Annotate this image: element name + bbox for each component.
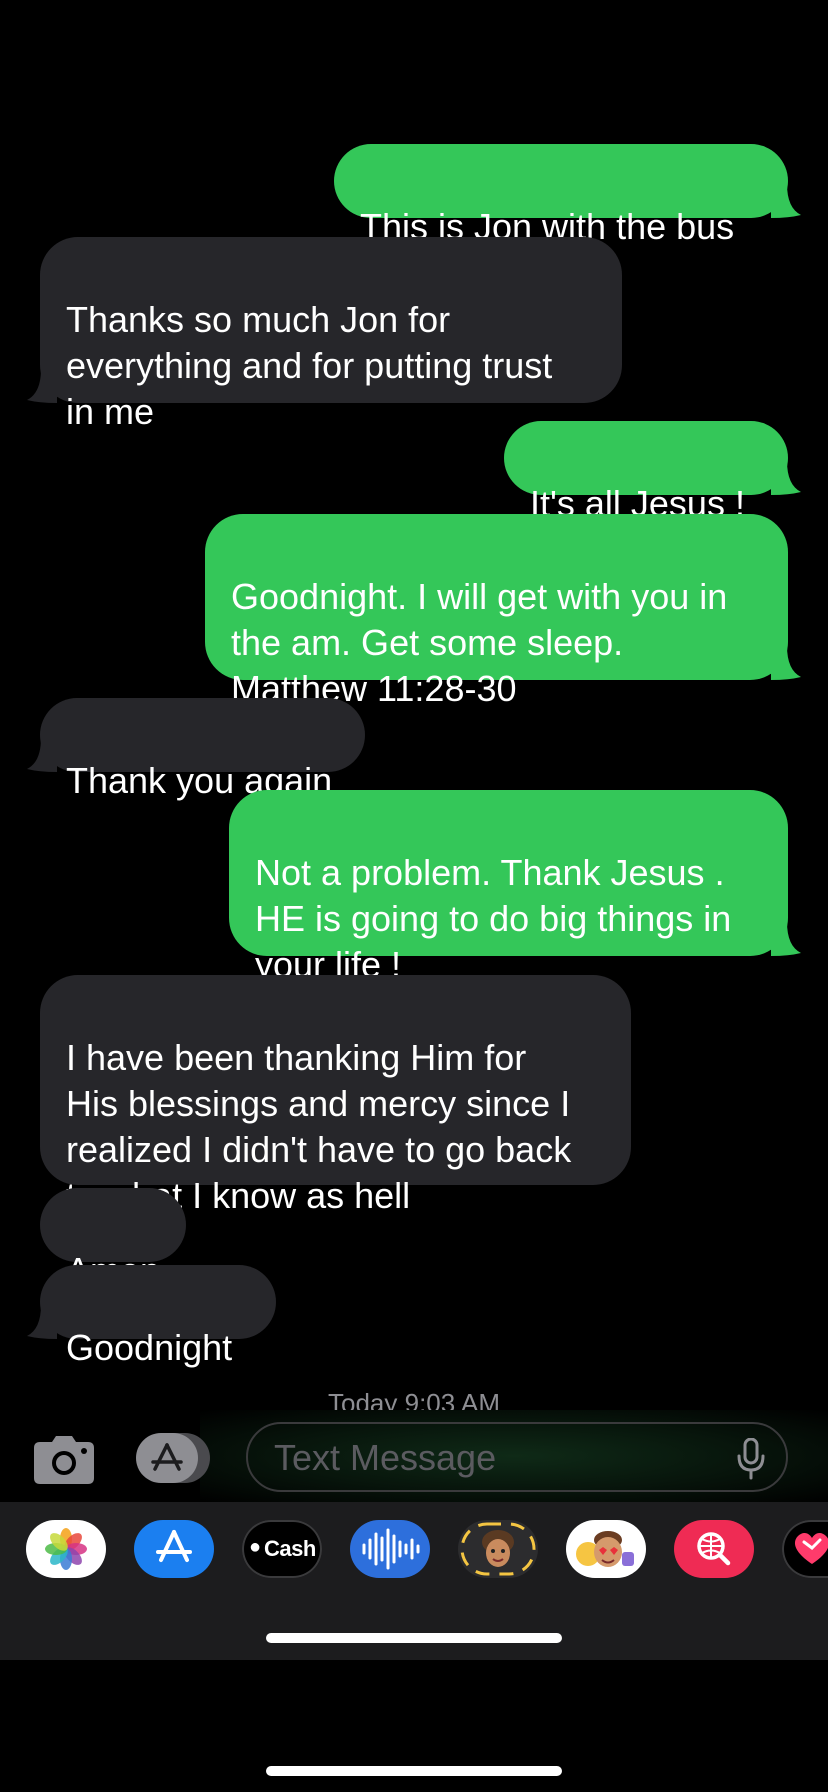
apple-cash-label: Cash [264,1536,316,1561]
message-input[interactable]: Text Message [246,1422,788,1492]
web-image-search-app-icon[interactable] [674,1520,754,1578]
message-bubble-received[interactable]: Goodnight [27,1265,276,1368]
message-composer-bar: Text Message [0,1410,828,1502]
message-bubble-sent[interactable]: Not a problem. Thank Jesus . HE is going… [229,790,801,985]
apple-logo-icon: ● [249,1536,262,1558]
apple-cash-app-icon[interactable]: ● Cash [242,1520,322,1578]
app-store-app-icon[interactable] [134,1520,214,1578]
photos-app-icon[interactable] [26,1520,106,1578]
message-text: Not a problem. Thank Jesus . HE is going… [255,852,732,985]
memoji-app-icon[interactable] [458,1520,538,1578]
message-bubble-received[interactable]: Thanks so much Jon for everything and fo… [27,237,622,432]
message-bubble-received[interactable]: Amen [40,1188,186,1291]
message-bubble-sent[interactable]: It's all Jesus ! [504,421,801,524]
digital-touch-app-icon[interactable] [782,1520,828,1578]
camera-icon[interactable] [32,1434,96,1486]
message-bubble-received[interactable]: Thank you again [27,698,365,801]
message-bubble-received[interactable]: I have been thanking Him for His blessin… [40,975,631,1216]
home-indicator [266,1633,562,1643]
message-timestamp: Today 9:03 AM [328,1388,500,1410]
message-bubble-sent[interactable]: This is Jon with the bus [334,144,801,247]
message-text: Thanks so much Jon for everything and fo… [66,299,553,432]
message-text: Goodnight. I will get with you in the am… [231,576,728,709]
message-text: Goodnight [66,1327,233,1368]
message-bubble-sent[interactable]: Goodnight. I will get with you in the am… [205,514,801,709]
memoji-stickers-app-icon[interactable] [566,1520,646,1578]
home-indicator [266,1766,562,1776]
audio-message-app-icon[interactable] [350,1520,430,1578]
message-input-placeholder: Text Message [274,1437,497,1478]
app-store-icon[interactable] [136,1433,212,1483]
messages-screen: This is Jon with the bus Thanks so much … [0,0,828,1792]
microphone-icon[interactable] [736,1438,766,1480]
